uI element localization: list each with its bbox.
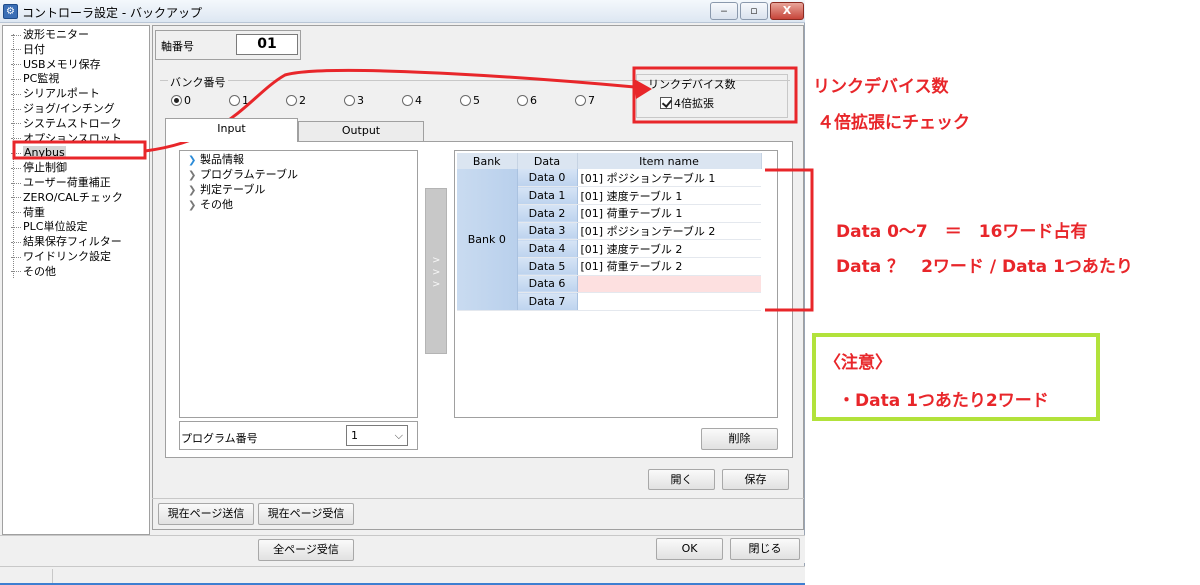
- sidebar-item-plc-unit[interactable]: PLC単位設定: [11, 220, 87, 234]
- sidebar-item-stop-control[interactable]: 停止制御: [11, 161, 67, 175]
- item-name-cell-empty[interactable]: [577, 275, 761, 294]
- app-icon: ⚙: [3, 4, 18, 19]
- tree-item-product-info[interactable]: ❯ 製品情報: [188, 153, 244, 168]
- data-table: Bank Data Item name Bank 0 Data 0 [01] ポ…: [457, 153, 762, 311]
- annotation-data-line-1: Data 0～7 ＝ 16ワード占有: [836, 222, 1088, 242]
- checkbox-checked-icon: [660, 97, 672, 109]
- delete-button[interactable]: 削除: [701, 428, 778, 450]
- sidebar-item-waveform-monitor[interactable]: 波形モニター: [11, 28, 89, 42]
- annotation-data-line-2: Data ？ 2ワード / Data 1つあたり: [836, 257, 1133, 277]
- tab-input[interactable]: Input: [165, 118, 298, 142]
- sidebar-item-result-filter[interactable]: 結果保存フィルター: [11, 235, 122, 249]
- minimize-button[interactable]: ‒: [710, 2, 738, 20]
- radio-icon: [229, 95, 240, 106]
- column-header-data: Data: [517, 153, 578, 169]
- column-header-bank: Bank: [457, 153, 518, 169]
- bank-number-label: バンク番号: [168, 74, 228, 90]
- sidebar-item-load[interactable]: 荷重: [11, 206, 45, 220]
- sidebar-item-jog-inching[interactable]: ジョグ/インチング: [11, 102, 115, 116]
- sidebar-item-system-stroke[interactable]: システムストローク: [11, 117, 122, 131]
- data-cell: Data 6: [517, 275, 578, 294]
- axis-number-field[interactable]: 01: [236, 34, 298, 55]
- bank-radio-4[interactable]: 4: [402, 94, 422, 107]
- bank-radio-1[interactable]: 1: [229, 94, 249, 107]
- bank-radio-5[interactable]: 5: [460, 94, 480, 107]
- chevron-down-icon: ⌵: [394, 429, 403, 442]
- sidebar-item-usb-save[interactable]: USBメモリ保存: [11, 58, 101, 72]
- column-header-item-name: Item name: [577, 153, 762, 169]
- settings-tree[interactable]: 波形モニター 日付 USBメモリ保存 PC監視 シリアルポート ジョグ/インチン…: [2, 25, 150, 535]
- chevron-right-icon: ❯: [188, 170, 197, 181]
- data-cell: Data 3: [517, 222, 578, 241]
- ok-button[interactable]: OK: [656, 538, 723, 560]
- radio-icon: [402, 95, 413, 106]
- data-cell: Data 5: [517, 257, 578, 276]
- transfer-arrow-button[interactable]: > > >: [425, 188, 447, 354]
- link-device-label: リンクデバイス数: [648, 78, 736, 91]
- item-name-cell[interactable]: [577, 292, 761, 311]
- radio-icon: [575, 95, 586, 106]
- note-body: ・Data 1つあたり2ワード: [838, 391, 1049, 411]
- sidebar-item-option-slot[interactable]: オプションスロット: [11, 132, 122, 146]
- item-name-cell[interactable]: [01] 速度テーブル 1: [577, 186, 761, 205]
- tree-item-judge-table[interactable]: ❯ 判定テーブル: [188, 183, 265, 198]
- item-name-cell[interactable]: [01] 荷重テーブル 2: [577, 257, 761, 276]
- data-cell: Data 1: [517, 186, 578, 205]
- note-title: 〈注意〉: [824, 353, 892, 373]
- data-table-panel: Bank Data Item name Bank 0 Data 0 [01] ポ…: [454, 150, 778, 418]
- close-window-button[interactable]: X: [770, 2, 804, 20]
- item-name-cell[interactable]: [01] ポジションテーブル 2: [577, 222, 761, 241]
- program-number-select[interactable]: 1 ⌵: [346, 425, 408, 446]
- annotation-title: リンクデバイス数: [813, 77, 949, 97]
- annotation-subtitle: ４倍拡張にチェック: [817, 113, 970, 133]
- sidebar-item-user-load-correction[interactable]: ユーザー荷重補正: [11, 176, 111, 190]
- sidebar-item-zero-cal-check[interactable]: ZERO/CALチェック: [11, 191, 123, 205]
- item-name-cell[interactable]: [01] 速度テーブル 2: [577, 239, 761, 258]
- item-name-cell[interactable]: [01] ポジションテーブル 1: [577, 169, 761, 188]
- open-button[interactable]: 開く: [648, 469, 715, 490]
- table-row[interactable]: Bank 0 Data 0 [01] ポジションテーブル 1: [457, 169, 761, 311]
- bank-radio-3[interactable]: 3: [344, 94, 364, 107]
- bank-cell: Bank 0: [457, 169, 518, 311]
- sidebar-item-wide-link[interactable]: ワイドリンク設定: [11, 250, 111, 264]
- data-cell: Data 7: [517, 292, 578, 311]
- sidebar-item-serial-port[interactable]: シリアルポート: [11, 87, 100, 101]
- chevron-right-icon: ❯: [188, 185, 197, 196]
- data-cell: Data 4: [517, 239, 578, 258]
- tree-item-program-table[interactable]: ❯ プログラムテーブル: [188, 168, 298, 183]
- radio-icon: [286, 95, 297, 106]
- chevron-right-icon: ❯: [188, 155, 197, 166]
- arrow-right-icon: > > >: [432, 255, 441, 290]
- tab-output[interactable]: Output: [298, 121, 424, 141]
- sidebar-item-date[interactable]: 日付: [11, 43, 45, 57]
- axis-number-label: 軸番号: [161, 40, 194, 53]
- data-cell: Data 0: [517, 169, 578, 188]
- receive-all-pages-button[interactable]: 全ページ受信: [258, 539, 354, 561]
- tree-item-other[interactable]: ❯ その他: [188, 198, 233, 213]
- bank-radio-0[interactable]: 0: [171, 94, 191, 107]
- send-current-page-button[interactable]: 現在ページ送信: [158, 503, 254, 525]
- chevron-right-icon: ❯: [188, 200, 197, 211]
- window-title: コントローラ設定 - バックアップ: [22, 6, 202, 20]
- item-name-cell[interactable]: [01] 荷重テーブル 1: [577, 204, 761, 223]
- receive-current-page-button[interactable]: 現在ページ受信: [258, 503, 354, 525]
- program-number-label: プログラム番号: [181, 432, 258, 445]
- data-cell: Data 2: [517, 204, 578, 223]
- radio-icon: [517, 95, 528, 106]
- close-button[interactable]: 閉じる: [730, 538, 800, 560]
- sidebar-item-anybus[interactable]: Anybus: [11, 146, 66, 160]
- radio-icon: [460, 95, 471, 106]
- sidebar-item-pc-monitor[interactable]: PC監視: [11, 72, 59, 86]
- quad-expansion-checkbox[interactable]: 4倍拡張: [660, 95, 714, 111]
- bank-radio-6[interactable]: 6: [517, 94, 537, 107]
- sidebar-item-other[interactable]: その他: [11, 265, 56, 279]
- maximize-button[interactable]: ▫: [740, 2, 768, 20]
- save-button[interactable]: 保存: [722, 469, 789, 490]
- radio-icon: [344, 95, 355, 106]
- product-tree[interactable]: ❯ 製品情報 ❯ プログラムテーブル ❯ 判定テーブル ❯ その他: [179, 150, 418, 418]
- bank-radio-2[interactable]: 2: [286, 94, 306, 107]
- radio-selected-icon: [171, 95, 182, 106]
- bank-radio-7[interactable]: 7: [575, 94, 595, 107]
